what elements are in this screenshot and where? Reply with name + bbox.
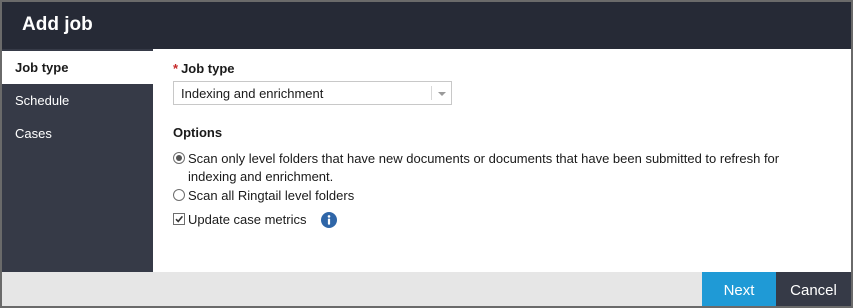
update-case-metrics-option[interactable]: Update case metrics [173, 211, 353, 229]
dialog-footer: Next Cancel [2, 272, 851, 306]
scan-all-folders-label: Scan all Ringtail level folders [188, 188, 355, 203]
info-icon[interactable] [321, 212, 337, 228]
info-glyph [327, 215, 331, 225]
sidebar-item-label: Job type [15, 60, 69, 75]
job-type-select[interactable]: Indexing and enrichment [173, 81, 452, 105]
scan-new-documents-label-line-1: Scan only level folders that have new do… [188, 151, 780, 166]
scan-all-folders-radio-option[interactable]: Scan all Ringtail level folders [173, 187, 473, 205]
sidebar-item-label: Schedule [15, 93, 70, 108]
add-job-dialog: Add job Job type Schedule Cases * Job typ… [0, 0, 853, 308]
checkmark-icon [175, 215, 184, 223]
radio-selected-dot [176, 155, 182, 161]
cancel-button[interactable]: Cancel [776, 272, 851, 306]
scan-new-documents-radio[interactable] [173, 152, 185, 164]
job-type-selected-value: Indexing and enrichment [181, 86, 324, 101]
sidebar-nav: Job type Schedule Cases [2, 49, 153, 272]
job-type-panel: * Job type Indexing and enrichment Option… [153, 49, 851, 272]
sidebar-item-job-type[interactable]: Job type [2, 51, 153, 84]
required-marker: * [173, 61, 179, 76]
dialog-title: Add job [22, 14, 93, 35]
sidebar-item-cases[interactable]: Cases [2, 117, 153, 150]
select-divider [431, 86, 432, 100]
job-type-label-text: Job type [181, 61, 235, 76]
scan-new-documents-radio-option[interactable]: Scan only level folders that have new do… [173, 150, 843, 186]
scan-new-documents-label: Scan only level folders that have new do… [188, 150, 779, 186]
update-case-metrics-label: Update case metrics [188, 212, 307, 227]
dialog-header: Add job [2, 2, 851, 49]
sidebar-item-label: Cases [15, 126, 52, 141]
update-case-metrics-checkbox[interactable] [173, 213, 185, 225]
sidebar-item-schedule[interactable]: Schedule [2, 84, 153, 117]
scan-new-documents-label-line-2: indexing and enrichment. [188, 169, 334, 184]
options-heading: Options [173, 125, 223, 140]
next-button[interactable]: Next [702, 272, 776, 306]
job-type-label: * Job type [173, 61, 235, 76]
chevron-down-icon [438, 92, 446, 96]
scan-all-folders-radio[interactable] [173, 189, 185, 201]
